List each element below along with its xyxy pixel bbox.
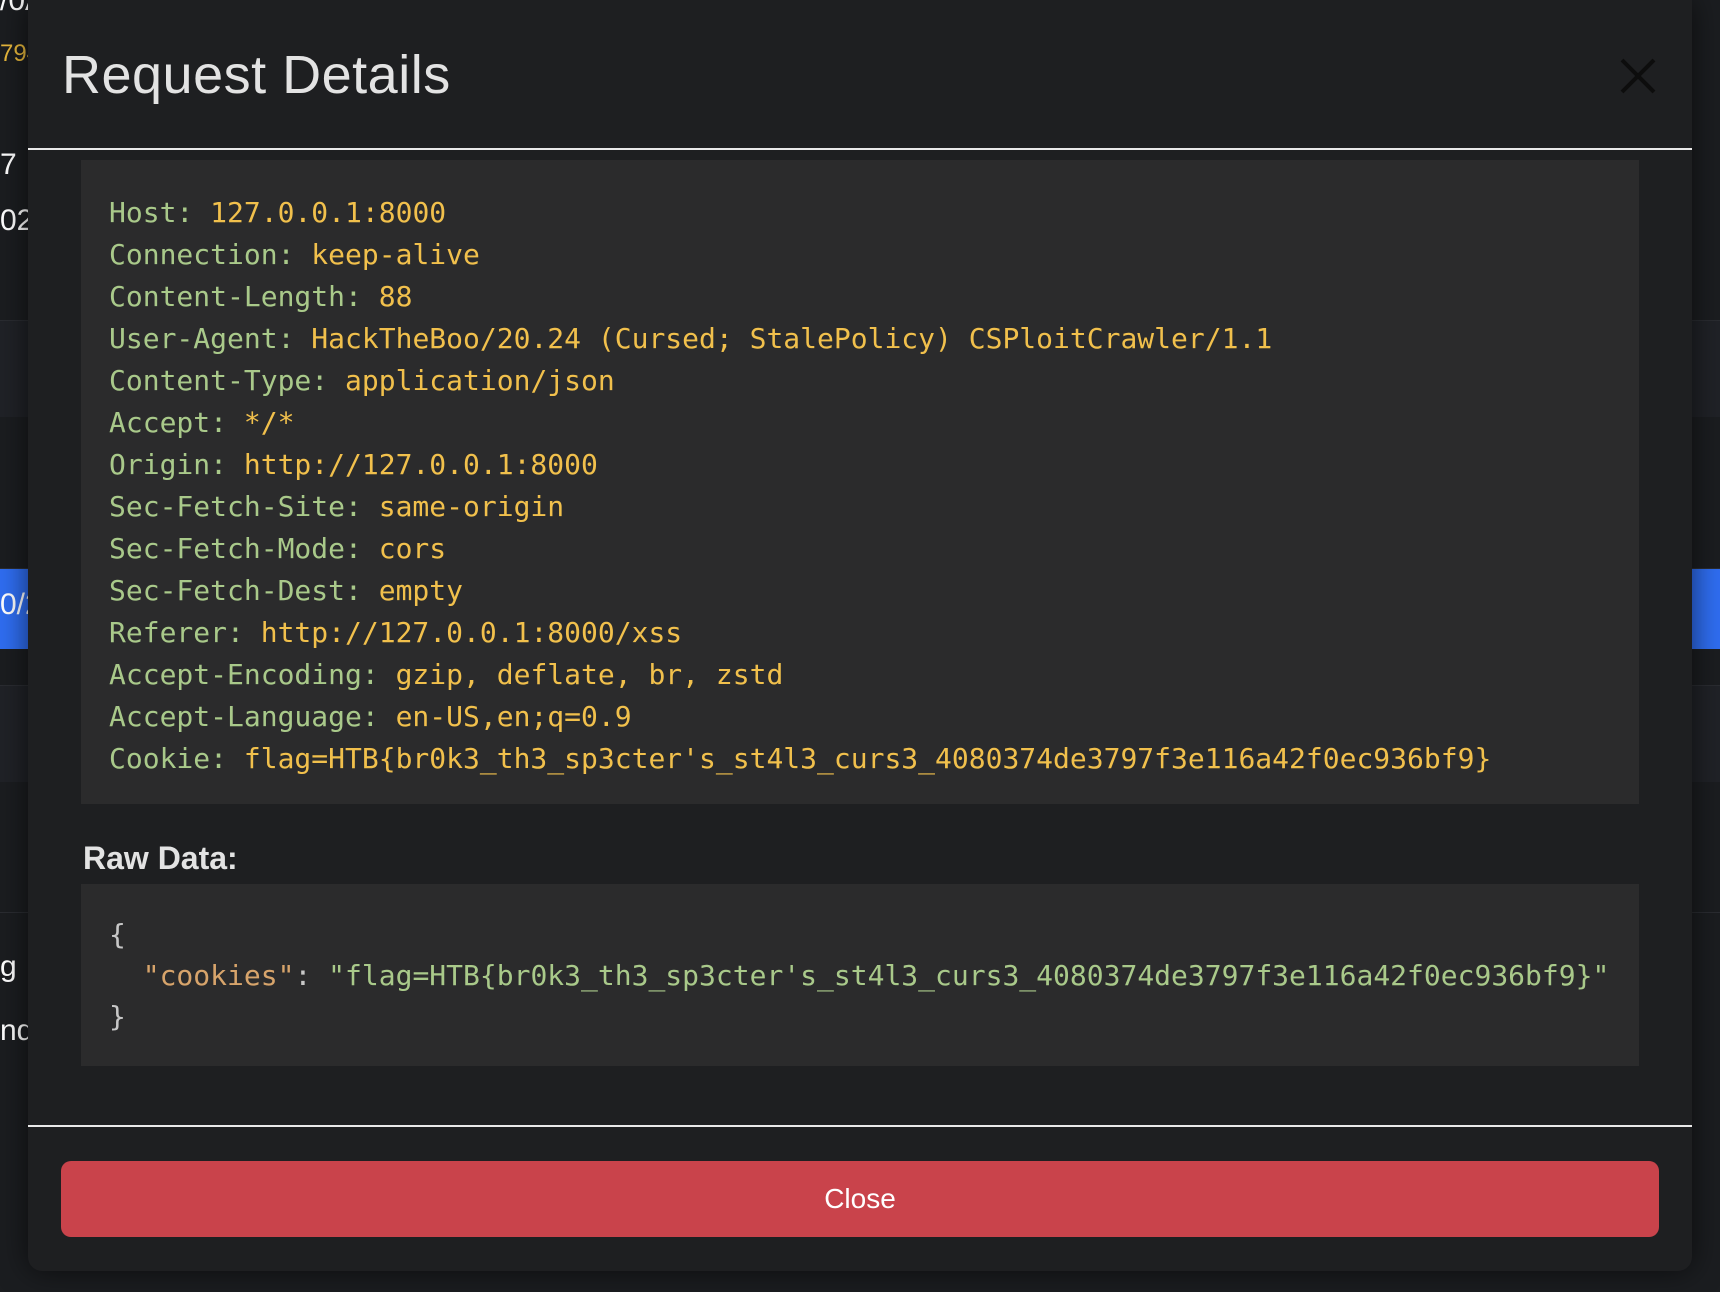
header-key: Sec-Fetch-Dest:	[109, 574, 379, 607]
request-headers-block: Host: 127.0.0.1:8000 Connection: keep-ali…	[81, 160, 1639, 804]
header-key: Content-Type:	[109, 364, 346, 397]
header-line: Sec-Fetch-Site: same-origin	[109, 486, 1611, 528]
json-value: "flag=HTB{br0k3_th3_sp3cter's_st4l3_curs…	[328, 959, 1610, 992]
header-value: http://127.0.0.1:8000	[243, 448, 598, 481]
header-line: User-Agent: HackTheBoo/20.24 (Cursed; St…	[109, 318, 1611, 360]
json-entry: "cookies": "flag=HTB{br0k3_th3_sp3cter's…	[109, 955, 1611, 996]
header-value: */*	[243, 406, 295, 439]
close-icon[interactable]	[1614, 52, 1662, 100]
header-value: empty	[378, 574, 464, 607]
json-colon: :	[294, 959, 329, 992]
header-key: Accept-Encoding:	[109, 658, 396, 691]
header-line: Connection: keep-alive	[109, 234, 1611, 276]
header-line: Host: 127.0.0.1:8000	[109, 192, 1611, 234]
header-key: Sec-Fetch-Mode:	[109, 532, 379, 565]
header-key: Referer:	[109, 616, 261, 649]
json-key: "cookies"	[142, 959, 295, 992]
header-line: Cookie: flag=HTB{br0k3_th3_sp3cter's_st4…	[109, 738, 1611, 780]
header-key: Origin:	[109, 448, 244, 481]
header-value: cors	[378, 532, 447, 565]
header-line: Accept-Language: en-US,en;q=0.9	[109, 696, 1611, 738]
modal-body: Host: 127.0.0.1:8000 Connection: keep-ali…	[28, 150, 1692, 1125]
header-line: Content-Type: application/json	[109, 360, 1611, 402]
header-value: gzip, deflate, br, zstd	[395, 658, 784, 691]
header-value: 88	[378, 280, 413, 313]
background-text: g	[0, 950, 17, 983]
modal-title: Request Details	[62, 45, 451, 105]
close-button[interactable]: Close	[61, 1161, 1659, 1237]
header-value: same-origin	[378, 490, 565, 523]
header-value: HackTheBoo/20.24 (Cursed; StalePolicy) C…	[311, 322, 1273, 355]
header-key: Accept-Language:	[109, 700, 396, 733]
header-value: application/json	[345, 364, 615, 397]
header-key: Accept:	[109, 406, 244, 439]
modal-header: Request Details	[28, 0, 1692, 150]
json-close-brace: }	[109, 1000, 126, 1033]
raw-data-block: { "cookies": "flag=HTB{br0k3_th3_sp3cter…	[81, 884, 1639, 1066]
header-line: Sec-Fetch-Mode: cors	[109, 528, 1611, 570]
header-key: Sec-Fetch-Site:	[109, 490, 379, 523]
header-value: http://127.0.0.1:8000/xss	[260, 616, 683, 649]
header-key: Cookie:	[109, 742, 244, 775]
header-line: Content-Length: 88	[109, 276, 1611, 318]
header-line: Sec-Fetch-Dest: empty	[109, 570, 1611, 612]
header-value: en-US,en;q=0.9	[395, 700, 632, 733]
json-open-brace: {	[109, 918, 126, 951]
header-value: 127.0.0.1:8000	[210, 196, 447, 229]
header-key: Host:	[109, 196, 211, 229]
header-key: Connection:	[109, 238, 312, 271]
header-line: Referer: http://127.0.0.1:8000/xss	[109, 612, 1611, 654]
header-key: Content-Length:	[109, 280, 379, 313]
header-line: Accept-Encoding: gzip, deflate, br, zstd	[109, 654, 1611, 696]
modal-footer: Close	[28, 1125, 1692, 1273]
header-key: User-Agent:	[109, 322, 312, 355]
raw-data-label: Raw Data:	[83, 840, 238, 876]
request-details-modal: Request Details Host: 127.0.0.1:8000 Conn…	[28, 0, 1692, 1271]
header-value: keep-alive	[311, 238, 480, 271]
background-text: 7	[0, 148, 17, 181]
header-value: flag=HTB{br0k3_th3_sp3cter's_st4l3_curs3…	[243, 742, 1492, 775]
header-line: Origin: http://127.0.0.1:8000	[109, 444, 1611, 486]
header-line: Accept: */*	[109, 402, 1611, 444]
